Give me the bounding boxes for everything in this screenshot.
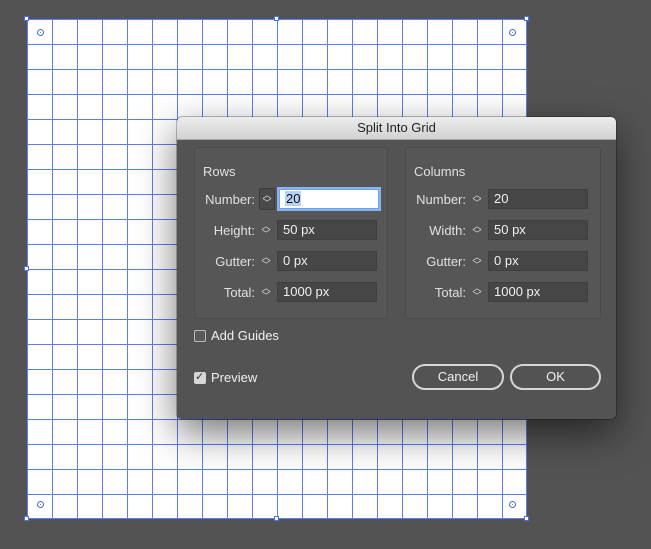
rows-total-row: Total: ︿ ﹀ 1000 px: [195, 281, 377, 303]
columns-gutter-row: Gutter: ︿ ﹀ 0 px: [406, 250, 588, 272]
rows-group: Rows Number: ︿ ﹀ 20 Height: ︿ ﹀ 50 px Gutt…: [194, 147, 388, 319]
selection-handle[interactable]: [24, 516, 29, 521]
columns-number-row: Number: ︿ ﹀ 20: [406, 188, 588, 210]
rows-number-input[interactable]: 20: [279, 189, 379, 209]
corner-point-icon: [509, 29, 516, 36]
columns-gutter-stepper-icon[interactable]: ︿ ﹀: [470, 251, 484, 271]
add-guides-option[interactable]: Add Guides: [194, 328, 279, 343]
columns-total-input[interactable]: 1000 px: [488, 282, 588, 302]
split-into-grid-dialog: Split Into Grid Rows Number: ︿ ﹀ 20 Heigh…: [177, 117, 616, 419]
selection-handle[interactable]: [524, 516, 529, 521]
columns-group: Columns Number: ︿ ﹀ 20 Width: ︿ ﹀ 50 px Gu…: [405, 147, 601, 319]
columns-number-stepper-icon[interactable]: ︿ ﹀: [470, 189, 484, 209]
columns-gutter-label: Gutter:: [426, 253, 466, 269]
selection-handle[interactable]: [524, 16, 529, 21]
rows-gutter-stepper-icon[interactable]: ︿ ﹀: [259, 251, 273, 271]
ok-button[interactable]: OK: [510, 364, 601, 390]
cancel-button[interactable]: Cancel: [412, 364, 504, 390]
rows-gutter-label: Gutter:: [215, 253, 255, 269]
columns-gutter-input[interactable]: 0 px: [488, 251, 588, 271]
columns-total-label: Total:: [434, 284, 466, 300]
rows-gutter-row: Gutter: ︿ ﹀ 0 px: [195, 250, 377, 272]
rows-total-input[interactable]: 1000 px: [277, 282, 377, 302]
selection-handle[interactable]: [24, 266, 29, 271]
selection-handle[interactable]: [274, 16, 279, 21]
rows-gutter-input[interactable]: 0 px: [277, 251, 377, 271]
selection-handle[interactable]: [24, 16, 29, 21]
columns-width-row: Width: ︿ ﹀ 50 px: [406, 219, 588, 241]
rows-number-label: Number:: [205, 191, 255, 207]
columns-width-label: Width:: [429, 222, 466, 238]
selection-handle[interactable]: [274, 516, 279, 521]
corner-point-icon: [37, 29, 44, 36]
columns-width-input[interactable]: 50 px: [488, 220, 588, 240]
rows-height-stepper-icon[interactable]: ︿ ﹀: [259, 220, 273, 240]
columns-total-row: Total: ︿ ﹀ 1000 px: [406, 281, 588, 303]
add-guides-label: Add Guides: [211, 328, 279, 343]
corner-point-icon: [509, 501, 516, 508]
rows-number-stepper-icon[interactable]: ︿ ﹀: [259, 188, 275, 210]
rows-height-label: Height:: [213, 222, 255, 238]
preview-option[interactable]: Preview: [194, 370, 257, 385]
rows-group-title: Rows: [203, 164, 236, 179]
columns-number-label: Number:: [416, 191, 466, 207]
rows-number-row: Number: ︿ ﹀ 20: [195, 188, 379, 210]
columns-group-title: Columns: [414, 164, 466, 179]
rows-total-label: Total:: [223, 284, 255, 300]
rows-height-input[interactable]: 50 px: [277, 220, 377, 240]
columns-width-stepper-icon[interactable]: ︿ ﹀: [470, 220, 484, 240]
dialog-title: Split Into Grid: [177, 117, 616, 140]
rows-total-stepper-icon[interactable]: ︿ ﹀: [259, 282, 273, 302]
columns-total-stepper-icon[interactable]: ︿ ﹀: [470, 282, 484, 302]
rows-height-row: Height: ︿ ﹀ 50 px: [195, 219, 377, 241]
corner-point-icon: [37, 501, 44, 508]
preview-label: Preview: [211, 370, 258, 385]
preview-checkbox[interactable]: [194, 370, 206, 384]
columns-number-input[interactable]: 20: [488, 189, 588, 209]
add-guides-checkbox[interactable]: [194, 329, 206, 342]
